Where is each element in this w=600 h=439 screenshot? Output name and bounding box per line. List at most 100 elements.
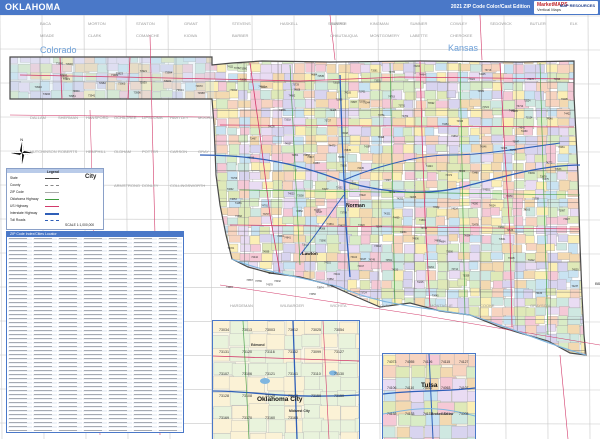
zip-label: 73032	[274, 280, 281, 283]
zip-label: 73205	[508, 257, 515, 260]
zip-label: 74469	[393, 216, 400, 219]
zip-label: 74531	[499, 238, 506, 241]
zip-label: 73644	[374, 245, 381, 248]
brand-logo-icon: MarketMAPS Vertical Maps MAP RESOURCES	[534, 1, 598, 14]
zip-label: 74653	[230, 198, 237, 201]
zip-label: 74524	[489, 204, 496, 207]
zip-label: 74307	[364, 145, 371, 148]
county-label: STEVENS	[232, 21, 251, 26]
zip-index-table: ZIP Code Index/Cities Locator	[6, 231, 184, 433]
zip-label: 74031	[324, 261, 331, 264]
legend-row-interstate: Interstate Highway	[10, 211, 38, 215]
zip-label: 73551	[374, 80, 381, 83]
brand-tag: Vertical Maps	[537, 7, 562, 12]
inset-zip-label: 73116	[265, 350, 275, 354]
zip-label: 74460	[521, 130, 528, 133]
legend-swatch-state	[45, 178, 59, 179]
county-label: MEADE	[40, 33, 55, 38]
zip-label: 73454	[442, 123, 449, 126]
zip-label: 74014	[230, 89, 237, 92]
inset-zip-label: 74127	[459, 360, 469, 364]
zip-label: 73657	[246, 279, 253, 282]
zip-label: 73104	[350, 256, 357, 259]
zip-label: 73862	[327, 278, 334, 281]
inset-zip-label: 73131	[219, 350, 229, 354]
zip-label: 73561	[371, 70, 378, 73]
zip-label: 73921	[140, 69, 148, 73]
zip-label: 73318	[284, 119, 291, 122]
inset-okc-map: 73034 73013 73003 73012 73025 73054 73131 73120…	[213, 321, 359, 439]
zip-label: 73030	[340, 164, 347, 167]
legend-row-okhwy: Oklahoma Highway	[10, 197, 39, 201]
zip-label: 73951	[69, 94, 77, 98]
zip-label: 73558	[297, 194, 304, 197]
county-label: CLARK	[88, 33, 102, 38]
zip-label: 73124	[526, 117, 533, 120]
zip-label: 74431	[477, 90, 484, 93]
zip-label: 73356	[309, 293, 316, 296]
legend-row-zip: ZIP Code	[10, 190, 24, 194]
zip-label: 74637	[360, 258, 367, 261]
zip-label: 74751	[378, 114, 385, 117]
map-title: OKLAHOMA	[5, 2, 61, 12]
zip-index-column	[8, 238, 32, 431]
inset-tulsa-broken-arrow-label: Broken Arrow	[431, 412, 454, 416]
zip-label: 73982	[111, 73, 119, 77]
inset-tulsa-city-label: Tulsa	[421, 382, 438, 389]
county-label: ROBERTS	[58, 149, 78, 154]
zip-label: 73118	[378, 136, 385, 139]
zip-label: 73441	[333, 273, 340, 276]
inset-zip-label: 73025	[311, 328, 321, 332]
inset-map-oklahoma-city: 73034 73013 73003 73012 73025 73054 73131 73120…	[212, 320, 360, 439]
zip-label: 74865	[279, 109, 286, 112]
zip-label: 73450	[506, 195, 513, 198]
inset-zip-label: 73128	[219, 394, 229, 398]
zip-label: 74537	[316, 211, 323, 214]
county-label: CHAUTAUQUA	[330, 33, 358, 38]
zip-label: 74054	[292, 154, 299, 157]
zip-label: 74096	[410, 196, 417, 199]
zip-label: 73827	[338, 224, 345, 227]
zip-label: 74535	[317, 75, 324, 78]
legend-city-sample: City	[85, 174, 97, 180]
zip-label: 73312	[528, 259, 535, 262]
highway-line	[479, 15, 483, 61]
zip-label: 74906	[412, 237, 419, 240]
zip-label: 73204	[413, 65, 420, 68]
zip-label: 73831	[327, 223, 334, 226]
edition-label: 2021 ZIP Code Color/Cast Edition	[450, 4, 530, 10]
zip-index-title: ZIP Code Index/Cities Locator	[7, 232, 183, 237]
zip-label: 74849	[344, 149, 351, 152]
zip-label: 73950	[72, 89, 80, 93]
zip-label: 73973	[195, 84, 203, 88]
zip-label: 74004	[226, 286, 233, 289]
zip-label: 74887	[384, 179, 391, 182]
zip-label: 73058	[240, 79, 247, 82]
zip-label: 73727	[324, 119, 331, 122]
zip-label: 74031	[400, 231, 407, 234]
zip-label: 74662	[227, 188, 234, 191]
zip-label: 73921	[63, 77, 71, 81]
inset-zip-label: 73160	[265, 416, 275, 420]
county-label: GRAYSON	[530, 303, 550, 308]
zip-label: 74084	[464, 235, 471, 238]
county-label: ELK	[570, 21, 578, 26]
zip-label: 73939	[139, 80, 147, 84]
inset-zip-label: 74115	[441, 360, 450, 364]
zip-label: 74424	[426, 165, 433, 168]
county-label: CHEROKEE	[450, 33, 473, 38]
zip-label: 74040	[546, 117, 553, 120]
zip-label: 74608	[293, 89, 300, 92]
zip-label: 73811	[498, 226, 505, 229]
title-bar: OKLAHOMA 2021 ZIP Code Color/Cast Editio…	[0, 0, 600, 15]
zip-label: 74682	[289, 94, 296, 97]
inset-zip-label: 74055	[405, 360, 415, 364]
inset-zip-label: 74110	[405, 386, 414, 390]
zip-label: 73577	[359, 101, 366, 104]
inset-okc-city-label: Oklahoma City	[257, 396, 303, 403]
zip-label: 73784	[388, 71, 395, 74]
inset-zip-label: 74063	[441, 386, 451, 390]
zip-label: 74336	[456, 120, 463, 123]
zip-label: 73724	[360, 292, 367, 295]
zip-index-column	[33, 238, 57, 431]
